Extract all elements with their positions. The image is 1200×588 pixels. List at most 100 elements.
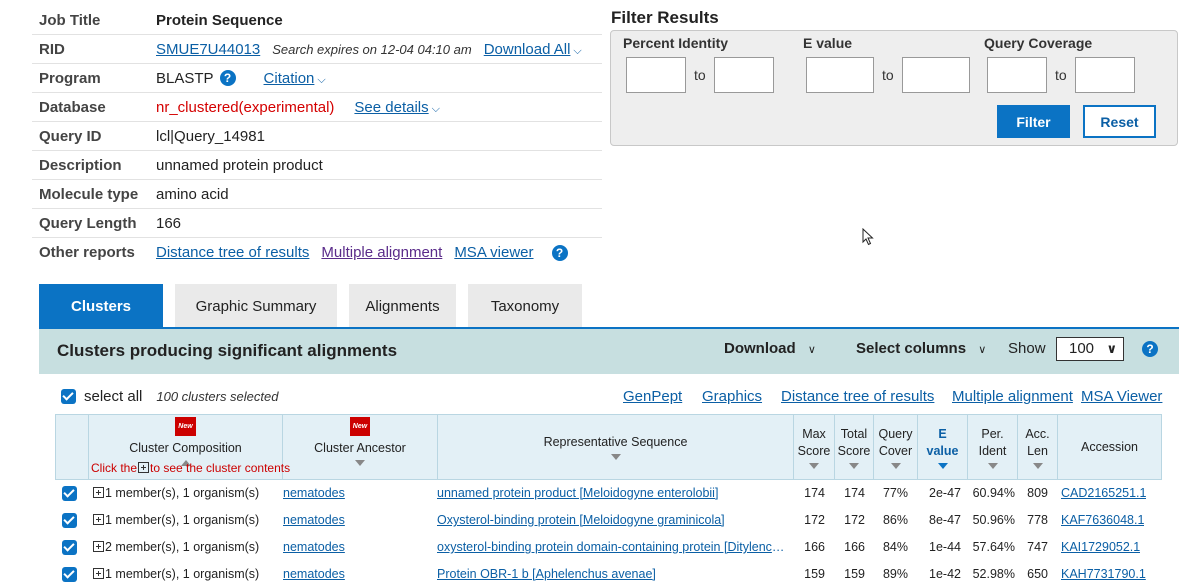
accession-link[interactable]: KAF7636048.1 [1061, 513, 1144, 527]
chevron-down-icon[interactable]: ⌵ [317, 74, 325, 87]
expand-plus-icon[interactable] [93, 541, 104, 552]
msa-viewer-link[interactable]: MSA Viewer [1081, 388, 1162, 405]
graphics-link[interactable]: Graphics [702, 388, 762, 405]
expand-plus-icon[interactable] [93, 568, 104, 579]
query-cover-cell: 86% [882, 513, 908, 527]
query-id-label: Query ID [39, 127, 102, 145]
help-icon[interactable]: ? [219, 70, 236, 86]
help-icon[interactable]: ? [1142, 341, 1158, 357]
tab-clusters[interactable]: Clusters [39, 284, 163, 328]
evalue-header[interactable]: Evalue [918, 415, 968, 479]
table-row: 1 member(s), 1 organism(s) nematodes Pro… [55, 561, 1162, 588]
summary-row-job-title: Job Title Protein Sequence [32, 6, 602, 35]
reset-button[interactable]: Reset [1083, 105, 1156, 138]
row-checkbox[interactable] [62, 486, 77, 501]
acc-len-header[interactable]: Acc. Len [1018, 415, 1058, 479]
query-id-value: lcl|Query_14981 [156, 127, 265, 145]
accession-link[interactable]: KAH7731790.1 [1061, 567, 1146, 581]
percent-identity-max-input[interactable] [713, 57, 774, 93]
distance-tree-link[interactable]: Distance tree of results [156, 244, 309, 261]
representative-sequence-link[interactable]: unnamed protein product [Meloidogyne ent… [437, 486, 718, 500]
results-header: Clusters producing significant alignment… [39, 329, 1179, 374]
table-row: 1 member(s), 1 organism(s) nematodes unn… [55, 480, 1162, 507]
percent-identity-cell: 50.96% [972, 513, 1015, 527]
percent-identity-cell: 52.98% [972, 567, 1015, 581]
representative-sequence-link[interactable]: Oxysterol-binding protein [Meloidogyne g… [437, 513, 725, 527]
query-coverage-max-input[interactable] [1074, 57, 1135, 93]
citation-link[interactable]: Citation [264, 70, 315, 87]
query-coverage-min-input[interactable] [987, 57, 1047, 93]
sort-down-icon [937, 462, 948, 469]
database-label: Database [39, 98, 106, 116]
tab-alignments[interactable]: Alignments [349, 284, 456, 328]
chevron-down-icon[interactable]: ⌵ [432, 103, 440, 116]
total-score-header[interactable]: Total Score [835, 415, 874, 479]
select-all-label[interactable]: select all [84, 388, 142, 405]
help-icon[interactable]: ? [551, 244, 568, 261]
total-score-cell: 166 [844, 540, 865, 554]
distance-tree-link[interactable]: Distance tree of results [781, 388, 934, 405]
show-label: Show [1008, 340, 1046, 357]
chevron-down-icon: ∨ [1106, 341, 1117, 356]
expand-plus-icon[interactable] [93, 487, 104, 498]
representative-sequence-link[interactable]: Protein OBR-1 b [Aphelenchus avenae] [437, 567, 656, 581]
row-checkbox[interactable] [62, 513, 77, 528]
query-cover-cell: 84% [882, 540, 908, 554]
max-score-header[interactable]: Max Score [794, 415, 835, 479]
total-score-cell: 172 [844, 513, 865, 527]
evalue-label: E value [803, 35, 853, 51]
job-title-label: Job Title [39, 11, 101, 29]
accession-header[interactable]: Accession [1058, 415, 1161, 479]
cluster-ancestor-header[interactable]: New Cluster Ancestor [283, 415, 438, 479]
acc-len-cell: 747 [1027, 540, 1048, 554]
representative-sequence-link[interactable]: oxysterol-binding protein domain-contain… [437, 540, 789, 554]
accession-label: Accession [1081, 439, 1138, 454]
show-count-select[interactable]: 100 ∨ [1056, 337, 1124, 361]
msa-viewer-link[interactable]: MSA viewer [454, 244, 533, 261]
cluster-composition-cell[interactable]: 1 member(s), 1 organism(s) [92, 567, 259, 581]
molecule-label: Molecule type [39, 185, 139, 203]
query-coverage-label: Query Coverage [984, 35, 1093, 51]
cluster-ancestor-link[interactable]: nematodes [283, 540, 345, 554]
sort-down-icon [610, 454, 621, 460]
cluster-composition-cell[interactable]: 1 member(s), 1 organism(s) [92, 513, 259, 527]
accession-link[interactable]: CAD2165251.1 [1061, 486, 1146, 500]
cluster-ancestor-link[interactable]: nematodes [283, 513, 345, 527]
summary-row-program: Program BLASTP ? Citation ⌵ [32, 64, 602, 93]
tab-taxonomy[interactable]: Taxonomy [468, 284, 582, 328]
percent-identity-header[interactable]: Per. Ident [968, 415, 1018, 479]
expand-plus-icon[interactable] [93, 514, 104, 525]
chevron-down-icon[interactable]: ⌵ [573, 45, 581, 58]
acc-len-label-1: Acc. [1025, 426, 1050, 441]
max-score-label-2: Score [797, 443, 831, 458]
select-all-checkbox[interactable] [61, 389, 76, 404]
genpept-link[interactable]: GenPept [623, 388, 682, 405]
evalue-max-input[interactable] [901, 57, 970, 93]
total-score-label-2: Score [837, 443, 871, 458]
representative-sequence-header[interactable]: Representative Sequence [438, 415, 794, 479]
row-checkbox[interactable] [62, 540, 77, 555]
see-details-link[interactable]: See details [354, 99, 428, 116]
cluster-composition-cell[interactable]: 2 member(s), 1 organism(s) [92, 540, 259, 554]
query-cover-header[interactable]: Query Cover [874, 415, 918, 479]
percent-identity-min-input[interactable] [626, 57, 686, 93]
cluster-ancestor-link[interactable]: nematodes [283, 567, 345, 581]
rid-link[interactable]: SMUE7U44013 [156, 41, 260, 58]
tab-graphic-summary[interactable]: Graphic Summary [175, 284, 337, 328]
multiple-alignment-link[interactable]: Multiple alignment [321, 244, 442, 261]
evalue-min-input[interactable] [806, 57, 874, 93]
to-label: to [694, 67, 706, 83]
download-menu[interactable]: Download ∨ [724, 340, 816, 357]
multiple-alignment-link[interactable]: Multiple alignment [952, 388, 1073, 405]
download-all-link[interactable]: Download All [484, 41, 571, 58]
clusters-table: New Cluster Composition Click the to see … [55, 414, 1162, 588]
table-header: New Cluster Composition Click the to see … [55, 414, 1162, 480]
accession-link[interactable]: KAI1729052.1 [1061, 540, 1140, 554]
cluster-ancestor-link[interactable]: nematodes [283, 486, 345, 500]
cluster-composition-cell[interactable]: 1 member(s), 1 organism(s) [92, 486, 259, 500]
expand-hint-pre: Click the [91, 461, 138, 475]
select-all-row: select all 100 clusters selected [61, 388, 278, 405]
select-columns-menu[interactable]: Select columns ∨ [856, 340, 986, 357]
row-checkbox[interactable] [62, 567, 77, 582]
filter-button[interactable]: Filter [997, 105, 1070, 138]
